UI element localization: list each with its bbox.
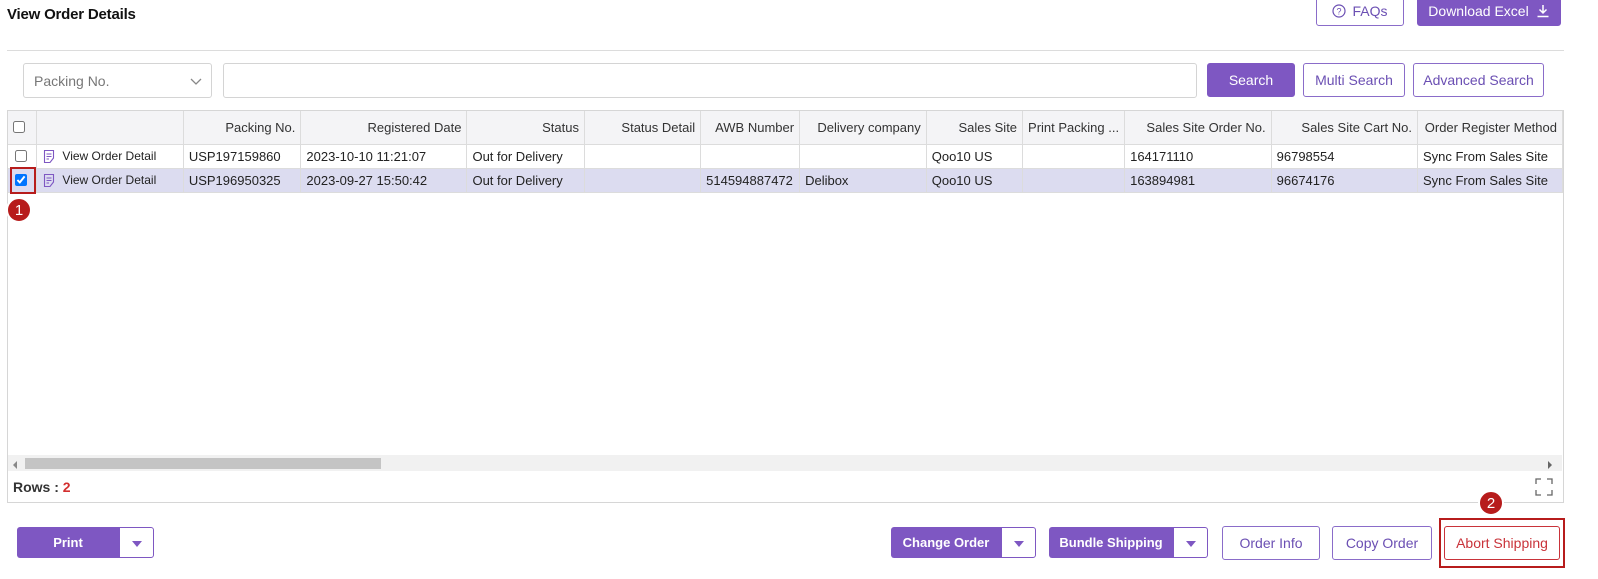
sales-site-order-no-cell: 164171110	[1124, 144, 1272, 169]
column-header-sales-site-order-no[interactable]: Sales Site Order No.	[1124, 111, 1272, 145]
download-excel-label: Download Excel	[1428, 3, 1529, 19]
column-header-status-detail[interactable]: Status Detail	[584, 111, 702, 145]
column-header-sales-site[interactable]: Sales Site	[926, 111, 1024, 145]
download-excel-button[interactable]: Download Excel	[1417, 0, 1561, 26]
multi-search-button[interactable]: Multi Search	[1303, 63, 1405, 97]
fullscreen-icon[interactable]	[1535, 478, 1553, 499]
step1-badge: 1	[6, 197, 32, 223]
order-grid: Packing No. Registered Date Status Statu…	[7, 110, 1564, 503]
svg-text:?: ?	[1337, 7, 1342, 17]
sales-site-order-no-cell: 163894981	[1124, 168, 1272, 193]
order-register-method-cell: Sync From Sales Site	[1417, 168, 1563, 193]
print-dropdown-button[interactable]	[119, 527, 154, 558]
order-info-button[interactable]: Order Info	[1222, 526, 1320, 560]
table-row[interactable]: View Order Detail USP196950325 2023-09-2…	[8, 168, 1563, 193]
sales-site-cart-no-cell: 96674176	[1271, 168, 1418, 193]
header-divider	[7, 50, 1564, 51]
column-header-delivery-company[interactable]: Delivery company	[799, 111, 927, 145]
faqs-button[interactable]: ? FAQs	[1316, 0, 1404, 26]
sales-site-cell: Qoo10 US	[926, 144, 1024, 169]
search-field-select-value: Packing No.	[34, 72, 110, 89]
search-button[interactable]: Search	[1207, 63, 1295, 97]
search-field-select[interactable]: Packing No.	[23, 63, 212, 98]
copy-order-button[interactable]: Copy Order	[1332, 526, 1432, 560]
row-checkbox[interactable]	[15, 150, 27, 162]
view-order-detail-link[interactable]: View Order Detail	[62, 149, 156, 163]
advanced-search-button[interactable]: Advanced Search	[1413, 63, 1544, 97]
column-header-registered-date[interactable]: Registered Date	[300, 111, 468, 145]
status-detail-cell	[584, 144, 702, 169]
change-order-button[interactable]: Change Order	[891, 527, 1001, 558]
table-header-row: Packing No. Registered Date Status Statu…	[8, 111, 1563, 145]
scroll-right-arrow-icon[interactable]	[1546, 458, 1554, 473]
status-cell: Out for Delivery	[466, 168, 585, 193]
rows-count-value: 2	[62, 479, 71, 495]
bundle-shipping-button[interactable]: Bundle Shipping	[1049, 527, 1173, 558]
column-header-order-register-method[interactable]: Order Register Method	[1417, 111, 1563, 145]
document-icon	[42, 149, 57, 164]
caret-down-icon	[131, 535, 142, 550]
column-header-packing-no[interactable]: Packing No.	[183, 111, 302, 145]
caret-down-icon	[1013, 535, 1024, 550]
delivery-company-cell: Delibox	[799, 168, 927, 193]
detail-cell: View Order Detail	[36, 168, 184, 193]
order-table: Packing No. Registered Date Status Statu…	[8, 111, 1563, 193]
status-cell: Out for Delivery	[466, 144, 585, 169]
column-header-sales-site-cart-no[interactable]: Sales Site Cart No.	[1271, 111, 1418, 145]
table-row[interactable]: View Order Detail USP197159860 2023-10-1…	[8, 144, 1563, 169]
help-circle-icon: ?	[1332, 4, 1347, 18]
column-header-awb-number[interactable]: AWB Number	[700, 111, 801, 145]
row-select-cell	[8, 144, 38, 169]
scroll-left-arrow-icon[interactable]	[11, 458, 19, 473]
scrollbar-thumb[interactable]	[25, 458, 381, 469]
awb-number-cell: 514594887472	[700, 168, 801, 193]
view-order-detail-link[interactable]: View Order Detail	[62, 173, 156, 187]
column-header-detail[interactable]	[36, 111, 184, 145]
caret-down-icon	[1185, 535, 1196, 550]
step2-highlight-box	[1439, 518, 1565, 568]
step1-highlight-box	[10, 167, 36, 194]
column-header-status[interactable]: Status	[466, 111, 585, 145]
change-order-dropdown-button[interactable]	[1001, 527, 1036, 558]
packing-no-cell: USP196950325	[183, 168, 302, 193]
status-detail-cell	[584, 168, 702, 193]
document-icon	[42, 173, 57, 188]
detail-cell: View Order Detail	[36, 144, 184, 169]
select-all-checkbox[interactable]	[13, 121, 25, 134]
bundle-shipping-dropdown-button[interactable]	[1173, 527, 1208, 558]
awb-number-cell	[700, 144, 801, 169]
print-button[interactable]: Print	[17, 527, 119, 558]
order-register-method-cell: Sync From Sales Site	[1417, 144, 1563, 169]
column-header-print-packing[interactable]: Print Packing ...	[1022, 111, 1126, 145]
registered-date-cell: 2023-09-27 15:50:42	[300, 168, 468, 193]
rows-count-label: Rows : 2	[13, 479, 71, 495]
sales-site-cart-no-cell: 96798554	[1271, 144, 1418, 169]
delivery-company-cell	[799, 144, 927, 169]
registered-date-cell: 2023-10-10 11:21:07	[300, 144, 468, 169]
page-title: View Order Details	[7, 6, 136, 23]
print-packing-cell	[1022, 144, 1126, 169]
select-all-cell	[8, 111, 38, 145]
packing-no-cell: USP197159860	[183, 144, 302, 169]
sales-site-cell: Qoo10 US	[926, 168, 1024, 193]
faqs-label: FAQs	[1352, 3, 1388, 19]
search-input[interactable]	[223, 63, 1197, 98]
chevron-down-icon	[189, 74, 203, 91]
download-icon	[1536, 4, 1550, 18]
step2-badge: 2	[1478, 490, 1504, 516]
print-packing-cell	[1022, 168, 1126, 193]
rows-label-text: Rows :	[13, 479, 59, 495]
